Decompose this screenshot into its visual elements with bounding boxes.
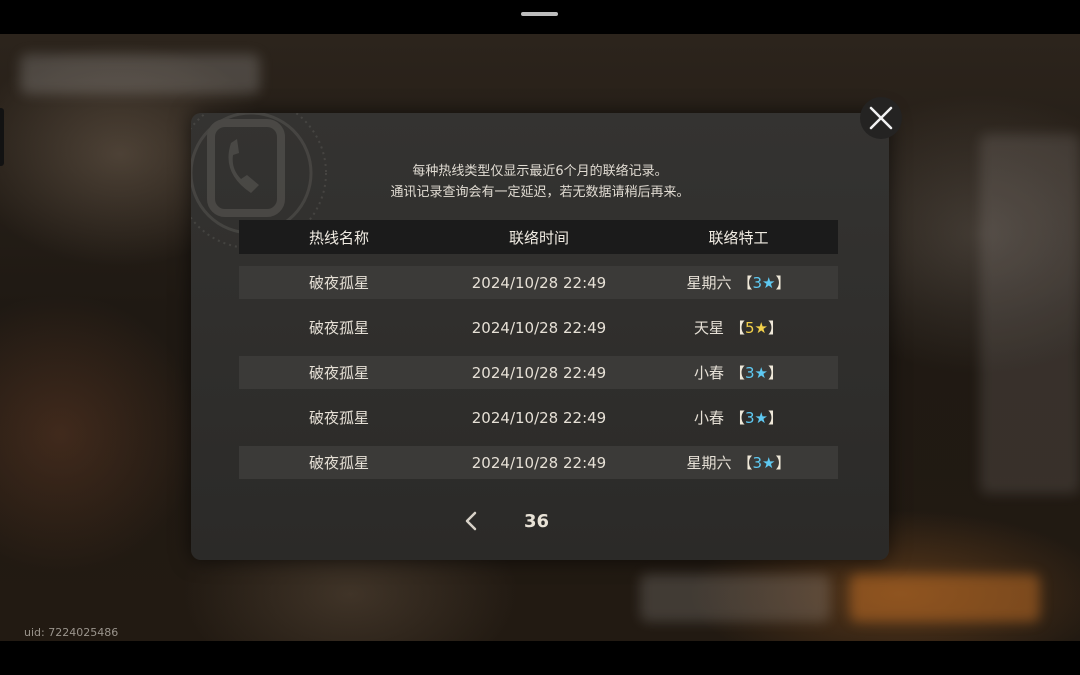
table-row: 破夜孤星 2024/10/28 22:49 星期六 【3★】 — [239, 266, 838, 299]
header-hotline-name: 热线名称 — [308, 228, 369, 247]
hotline-name-cell: 破夜孤星 — [308, 409, 369, 427]
contact-record-table: 热线名称 联络时间 联络特工 破夜孤星 2024/10/28 22:49 星期六… — [239, 220, 838, 479]
agent-cell: 天星 【5★】 — [639, 317, 838, 338]
background-blur-shape — [980, 134, 1080, 494]
table-row: 破夜孤星 2024/10/28 22:49 星期六 【3★】 — [239, 446, 838, 479]
background-blur-shape — [640, 574, 830, 622]
background-blur-shape — [20, 54, 260, 94]
hotline-name-cell: 破夜孤星 — [308, 319, 369, 337]
star-icon: ★ — [754, 364, 768, 382]
header-contact-time: 联络时间 — [508, 228, 569, 247]
contact-time-cell: 2024/10/28 22:49 — [471, 273, 607, 292]
system-top-bar — [0, 0, 1080, 34]
table-row: 破夜孤星 2024/10/28 22:49 小春 【3★】 — [239, 401, 838, 434]
star-icon: ★ — [762, 274, 776, 292]
rank-bracket-close: 】 — [768, 409, 784, 427]
agent-name: 天星 — [693, 319, 724, 337]
chevron-left-icon[interactable] — [460, 509, 484, 533]
background-blur-shape — [850, 574, 1040, 622]
pagination: 36 — [191, 509, 889, 539]
agent-name: 小春 — [693, 409, 724, 427]
close-icon — [869, 106, 893, 130]
hotline-name-cell: 破夜孤星 — [308, 274, 369, 292]
page-number: 36 — [524, 511, 550, 532]
rank-bracket-open: 【 — [729, 409, 745, 427]
grab-handle[interactable] — [521, 12, 558, 16]
star-icon: ★ — [754, 319, 768, 337]
header-contact-agent: 联络特工 — [708, 228, 769, 247]
contact-time-cell: 2024/10/28 22:49 — [471, 453, 607, 472]
system-bottom-bar — [0, 641, 1080, 675]
notice-line-1: 每种热线类型仅显示最近6个月的联络记录。 — [412, 164, 668, 179]
hotline-name-cell: 破夜孤星 — [308, 454, 369, 472]
rank-bracket-close: 】 — [768, 364, 784, 382]
contact-time-cell: 2024/10/28 22:49 — [471, 363, 607, 382]
agent-rank: 3 — [745, 409, 755, 427]
table-header: 热线名称 联络时间 联络特工 — [239, 220, 838, 254]
agent-rank: 5 — [745, 319, 755, 337]
table-row: 破夜孤星 2024/10/28 22:49 小春 【3★】 — [239, 356, 838, 389]
agent-cell: 小春 【3★】 — [639, 407, 838, 428]
rank-bracket-open: 【 — [737, 454, 753, 472]
left-edge-tab — [0, 108, 4, 166]
contact-time-cell: 2024/10/28 22:49 — [471, 318, 607, 337]
close-button[interactable] — [860, 97, 902, 139]
agent-name: 星期六 — [686, 454, 732, 472]
agent-cell: 星期六 【3★】 — [639, 452, 838, 473]
star-icon: ★ — [754, 409, 768, 427]
star-icon: ★ — [762, 454, 776, 472]
agent-rank: 3 — [752, 454, 763, 472]
agent-cell: 星期六 【3★】 — [639, 272, 838, 293]
contact-record-dialog: 每种热线类型仅显示最近6个月的联络记录。 通讯记录查询会有一定延迟，若无数据请稍… — [191, 113, 889, 560]
uid-label: uid: 7224025486 — [24, 626, 119, 639]
rank-bracket-close: 】 — [775, 274, 791, 292]
agent-cell: 小春 【3★】 — [639, 362, 838, 383]
rank-bracket-open: 【 — [737, 274, 753, 292]
contact-time-cell: 2024/10/28 22:49 — [471, 408, 607, 427]
rank-bracket-open: 【 — [729, 364, 745, 382]
table-row: 破夜孤星 2024/10/28 22:49 天星 【5★】 — [239, 311, 838, 344]
rank-bracket-close: 】 — [775, 454, 791, 472]
hotline-name-cell: 破夜孤星 — [308, 364, 369, 382]
rank-bracket-open: 【 — [729, 319, 745, 337]
agent-name: 小春 — [693, 364, 724, 382]
rank-bracket-close: 】 — [768, 319, 784, 337]
agent-rank: 3 — [745, 364, 755, 382]
notice-line-2: 通讯记录查询会有一定延迟，若无数据请稍后再来。 — [390, 185, 690, 200]
notice-text: 每种热线类型仅显示最近6个月的联络记录。 通讯记录查询会有一定延迟，若无数据请稍… — [191, 161, 889, 203]
agent-name: 星期六 — [686, 274, 732, 292]
agent-rank: 3 — [752, 274, 763, 292]
